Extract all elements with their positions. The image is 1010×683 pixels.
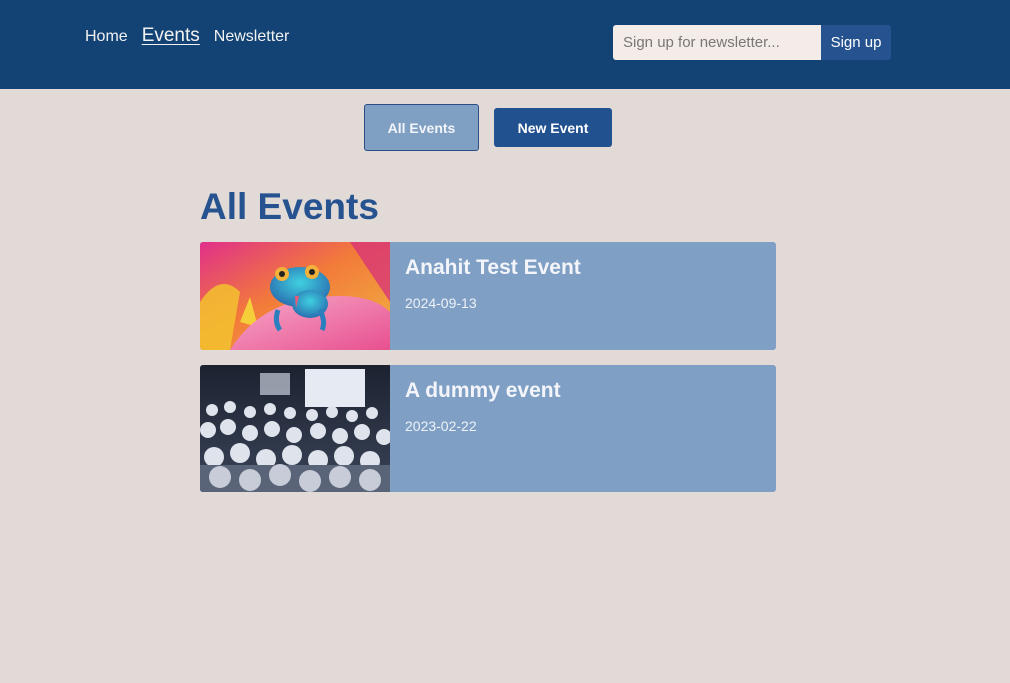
conference-audience-image	[200, 365, 390, 492]
chameleon-on-flower-image	[200, 242, 390, 350]
page-title: All Events	[200, 186, 379, 227]
site-header: Home Events Newsletter Sign up	[0, 0, 1010, 89]
nav-link-events[interactable]: Events	[142, 25, 200, 47]
new-event-button[interactable]: New Event	[494, 108, 612, 147]
event-info: A dummy event 2023-02-22	[390, 365, 576, 492]
main-nav: Home Events Newsletter	[85, 25, 303, 47]
event-date: 2024-09-13	[405, 295, 477, 311]
event-title: Anahit Test Event	[405, 256, 581, 279]
newsletter-email-input[interactable]	[613, 25, 821, 60]
event-card[interactable]: A dummy event 2023-02-22	[200, 365, 776, 492]
newsletter-form: Sign up	[613, 25, 891, 60]
event-card[interactable]: Anahit Test Event 2024-09-13	[200, 242, 776, 350]
nav-link-home[interactable]: Home	[85, 28, 128, 46]
event-info: Anahit Test Event 2024-09-13	[390, 242, 596, 350]
signup-button[interactable]: Sign up	[821, 25, 891, 60]
event-title: A dummy event	[405, 379, 561, 402]
event-date: 2023-02-22	[405, 418, 477, 434]
nav-link-newsletter[interactable]: Newsletter	[214, 28, 290, 46]
all-events-button[interactable]: All Events	[364, 104, 479, 151]
